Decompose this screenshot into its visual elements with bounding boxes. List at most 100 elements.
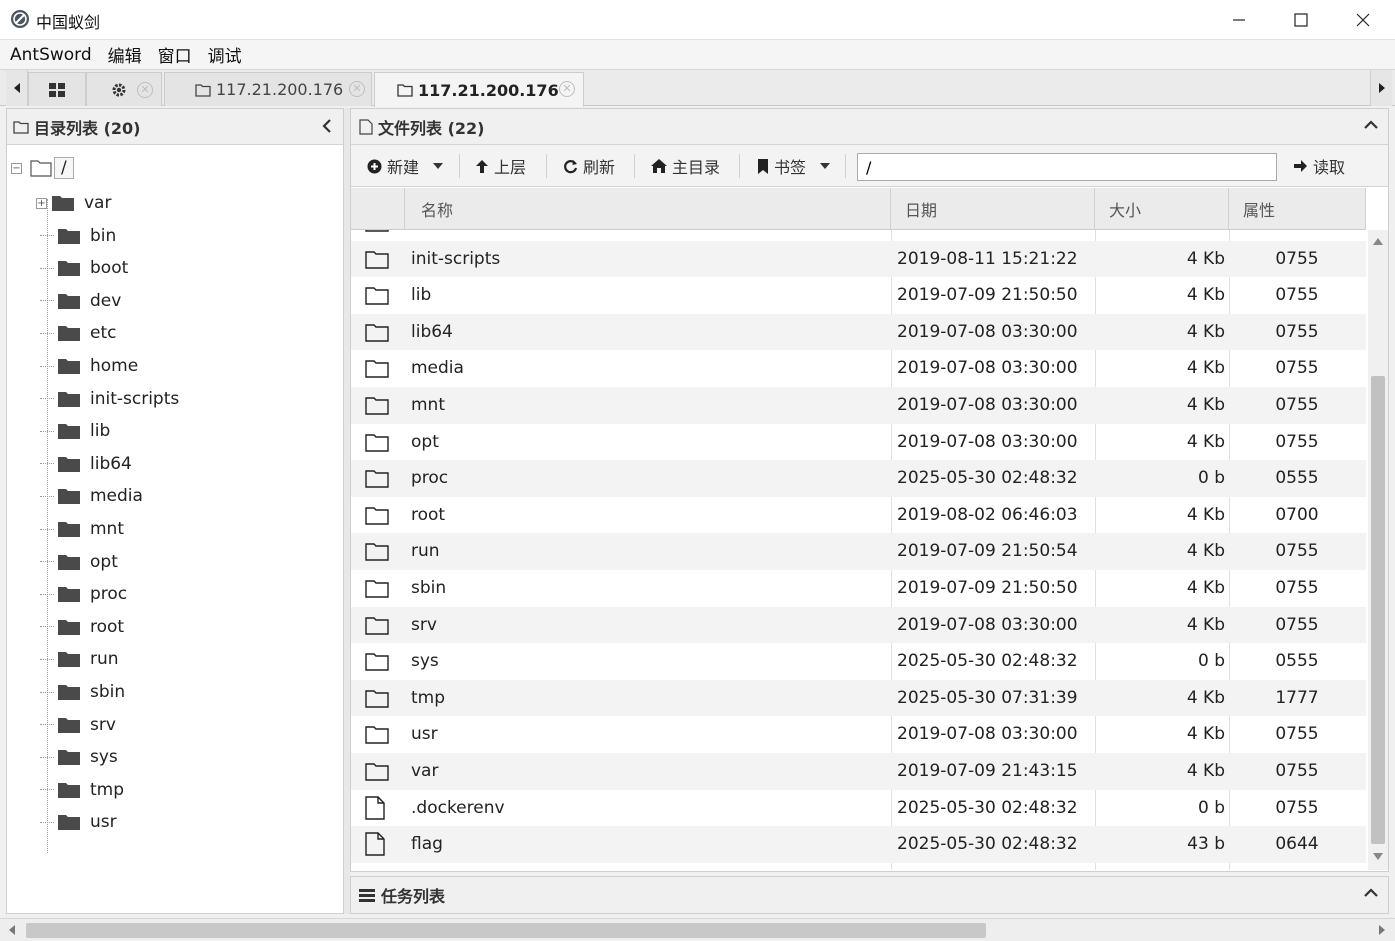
folder-icon: [58, 717, 80, 733]
tree-item[interactable]: init-scripts: [40, 385, 179, 413]
file-row[interactable]: root 2019-08-02 06:46:03 4 Kb 0700: [351, 497, 1366, 534]
tree-item[interactable]: srv: [40, 711, 116, 739]
file-name: usr: [411, 724, 438, 745]
file-row[interactable]: sys 2025-05-30 02:48:32 0 b 0555: [351, 643, 1366, 680]
hscroll-thumb[interactable]: [26, 923, 986, 938]
scroll-up-icon[interactable]: [1372, 236, 1384, 246]
close-button[interactable]: [1332, 0, 1394, 40]
up-level-button[interactable]: 上层: [475, 153, 526, 179]
file-row[interactable]: .dockerenv 2025-05-30 02:48:32 0 b 0755: [351, 790, 1366, 827]
tree-item[interactable]: dev: [40, 287, 121, 315]
file-size: 4 Kb: [1186, 321, 1225, 342]
new-button[interactable]: 新建: [367, 153, 444, 179]
folder-icon: [58, 685, 80, 700]
folder-icon: [58, 489, 80, 505]
chevron-left-icon[interactable]: [321, 119, 333, 133]
file-row[interactable]: usr 2019-07-08 03:30:00 4 Kb 0755: [351, 716, 1366, 753]
tab-settings[interactable]: ✕: [86, 72, 162, 106]
tab-host-2[interactable]: 117.21.200.176 ✕: [374, 72, 584, 107]
file-attr: 0755: [1275, 431, 1319, 452]
file-row[interactable]: mnt 2019-07-08 03:30:00 4 Kb 0755: [351, 387, 1366, 424]
file-grid-vscroll[interactable]: [1368, 230, 1388, 870]
chevron-up-icon[interactable]: [1364, 119, 1378, 131]
tree-item[interactable]: etc: [40, 319, 116, 347]
tree-item[interactable]: lib: [40, 417, 110, 445]
file-row[interactable]: home 2019-09-15 20:23:52 4 Kb 0755: [351, 230, 1366, 241]
tree-item[interactable]: usr: [40, 808, 117, 836]
file-row[interactable]: sbin 2019-07-09 21:50:50 4 Kb 0755: [351, 570, 1366, 607]
tree-root[interactable]: − /: [11, 155, 74, 181]
file-size: 4 Kb: [1186, 578, 1225, 598]
minimize-button[interactable]: [1208, 0, 1270, 40]
chevron-up-icon[interactable]: [1364, 887, 1378, 899]
menu-antsword[interactable]: AntSword: [4, 45, 98, 65]
collapse-toggle-icon[interactable]: −: [11, 162, 22, 174]
tab-host-1[interactable]: 117.21.200.176 ✕: [164, 72, 372, 106]
file-row[interactable]: lib 2019-07-09 21:50:50 4 Kb 0755: [351, 277, 1366, 314]
file-size: 4 Kb: [1186, 541, 1225, 562]
file-date: 2019-07-08 03:30:00: [897, 395, 1078, 415]
tree-branch-line: [40, 724, 54, 726]
tree-branch-line: [40, 463, 54, 465]
tree-item[interactable]: tmp: [40, 776, 124, 804]
menu-window[interactable]: 窗口: [152, 42, 198, 67]
column-header-size[interactable]: 大小: [1095, 188, 1229, 230]
scrollbar-thumb[interactable]: [1371, 376, 1385, 844]
file-row[interactable]: tmp 2025-05-30 07:31:39 4 Kb 1777: [351, 679, 1366, 717]
file-row[interactable]: media 2019-07-08 03:30:00 4 Kb 0755: [351, 350, 1366, 387]
window-hscroll[interactable]: [0, 918, 1395, 941]
tree-item[interactable]: home: [40, 352, 138, 380]
tree-item[interactable]: sys: [40, 743, 118, 771]
column-header-date[interactable]: 日期: [891, 188, 1095, 230]
plus-circle-icon: [367, 159, 382, 173]
file-row[interactable]: init-scripts 2019-08-11 15:21:22 4 Kb 0755: [351, 240, 1366, 278]
refresh-button[interactable]: 刷新: [563, 153, 615, 179]
tree-item[interactable]: lib64: [40, 450, 132, 478]
folder-outline-icon: [365, 726, 389, 745]
file-row[interactable]: srv 2019-07-08 03:30:00 4 Kb 0755: [351, 606, 1366, 644]
tree-item[interactable]: + var: [36, 189, 111, 217]
scroll-left-icon[interactable]: [8, 925, 16, 935]
folder-outline-icon: [365, 230, 389, 232]
home-dir-button[interactable]: 主目录: [651, 153, 720, 179]
expand-toggle-icon[interactable]: +: [36, 197, 47, 209]
tab-close-icon[interactable]: ✕: [137, 81, 153, 98]
file-row[interactable]: proc 2025-05-30 02:48:32 0 b 0555: [351, 460, 1366, 497]
tree-item[interactable]: media: [40, 482, 143, 510]
tab-scroll-right-button[interactable]: [1370, 70, 1392, 106]
file-attr: 0755: [1275, 761, 1319, 781]
column-header-attr[interactable]: 属性: [1229, 188, 1366, 230]
tree-item[interactable]: sbin: [40, 678, 125, 706]
file-attr: 0755: [1275, 797, 1319, 818]
tree-item[interactable]: boot: [40, 254, 128, 282]
file-row[interactable]: var 2019-07-09 21:43:15 4 Kb 0755: [351, 753, 1366, 790]
bookmark-button[interactable]: 书签: [757, 153, 831, 179]
file-date: 2019-07-08 03:30:00: [897, 358, 1078, 379]
file-row[interactable]: flag 2025-05-30 02:48:32 43 b 0644: [351, 826, 1366, 863]
tree-item[interactable]: bin: [40, 222, 116, 250]
tree-item[interactable]: opt: [40, 548, 118, 576]
tab-close-icon[interactable]: ✕: [559, 81, 575, 97]
read-button[interactable]: 读取: [1293, 153, 1345, 179]
file-type-cell: [365, 424, 395, 460]
tree-item[interactable]: run: [40, 645, 119, 673]
menu-debug[interactable]: 调试: [202, 42, 248, 67]
tab-scroll-left-button[interactable]: [6, 70, 28, 106]
tree-item[interactable]: proc: [40, 580, 127, 608]
scroll-down-icon[interactable]: [1372, 852, 1384, 862]
file-row[interactable]: opt 2019-07-08 03:30:00 4 Kb 0755: [351, 424, 1366, 461]
menu-edit[interactable]: 编辑: [102, 42, 148, 67]
path-input[interactable]: [857, 153, 1277, 181]
scroll-right-icon[interactable]: [1378, 925, 1386, 935]
task-panel-title: 任务列表: [381, 887, 446, 906]
maximize-button[interactable]: [1270, 0, 1332, 40]
window-title: 中国蚁剑: [36, 13, 101, 32]
tree-item[interactable]: mnt: [40, 515, 124, 543]
tree-item[interactable]: root: [40, 613, 124, 641]
tab-shell-manager[interactable]: [28, 72, 86, 106]
folder-outline-icon: [365, 324, 389, 342]
tab-close-icon[interactable]: ✕: [349, 81, 365, 97]
column-header-name[interactable]: 名称: [405, 188, 891, 230]
file-row[interactable]: run 2019-07-09 21:50:54 4 Kb 0755: [351, 533, 1366, 570]
file-row[interactable]: lib64 2019-07-08 03:30:00 4 Kb 0755: [351, 313, 1366, 351]
